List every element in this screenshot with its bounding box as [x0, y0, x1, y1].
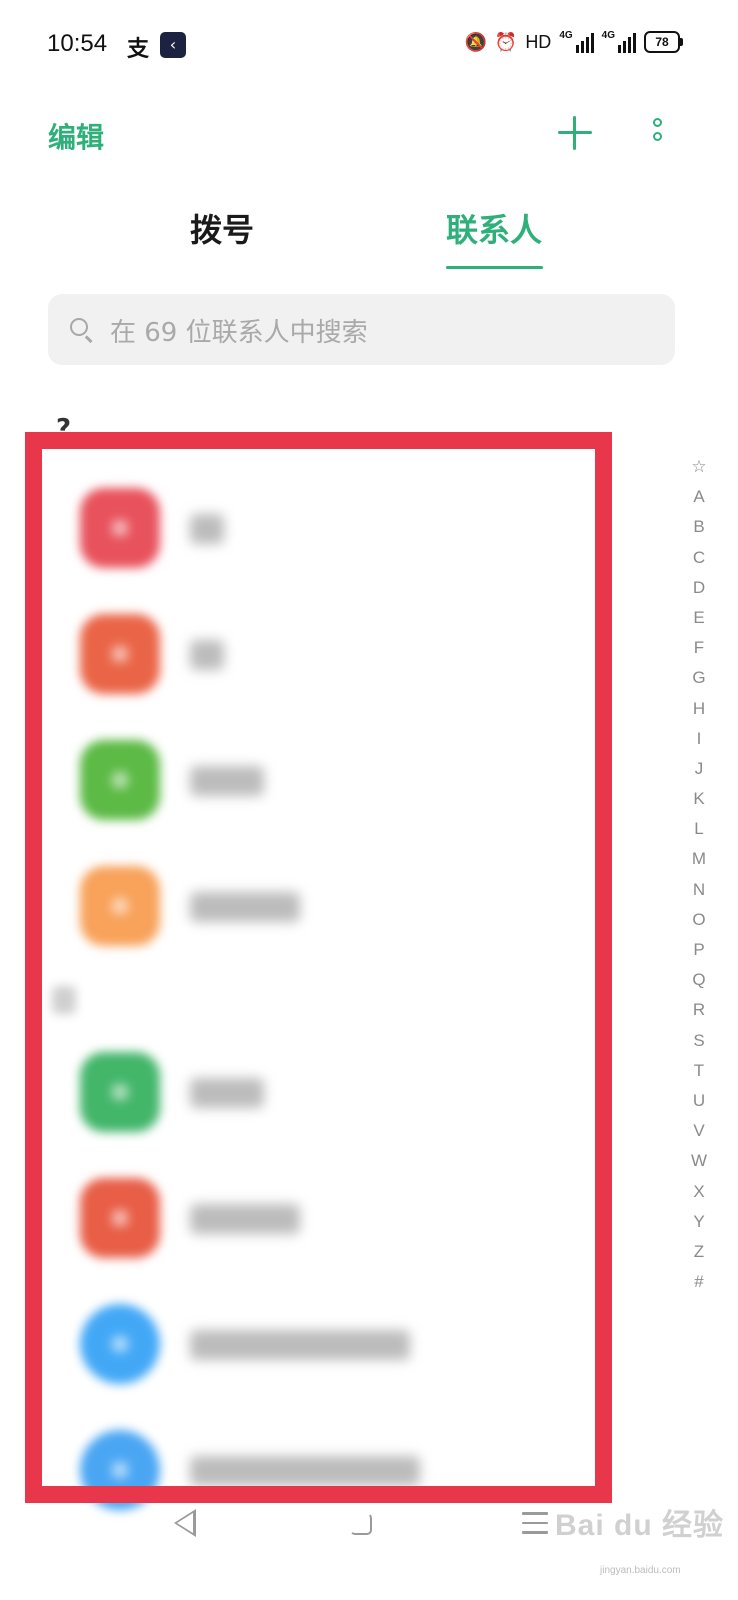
signal-icon-sim2: 4G	[602, 31, 636, 53]
index-q[interactable]: Q	[686, 965, 712, 995]
status-time: 10:54	[47, 30, 108, 57]
annotation-highlight-box	[25, 432, 612, 1503]
baidu-watermark: Bai du 经验	[555, 1509, 725, 1542]
index-h[interactable]: H	[686, 694, 712, 724]
index-b[interactable]: B	[686, 512, 712, 542]
alipay-notification-icon: 支	[127, 37, 150, 62]
signal-icon-sim1: 4G	[559, 30, 594, 53]
tab-dial[interactable]: 拨号	[190, 205, 254, 251]
plus-icon[interactable]	[556, 114, 594, 152]
search-placeholder: 在 69 位联系人中搜索	[110, 318, 368, 348]
app-notification-icon: ‹	[160, 32, 186, 58]
index-u[interactable]: U	[686, 1086, 712, 1116]
index-e[interactable]: E	[686, 603, 712, 633]
index-k[interactable]: K	[686, 784, 712, 814]
network-type-1: 4G	[559, 30, 573, 41]
index-r[interactable]: R	[686, 995, 712, 1025]
index-w[interactable]: W	[686, 1146, 712, 1176]
index-o[interactable]: O	[686, 905, 712, 935]
network-type-2: 4G	[601, 30, 615, 41]
index-hash[interactable]: #	[686, 1267, 712, 1297]
battery-icon: 78	[644, 31, 683, 53]
index-j[interactable]: J	[686, 754, 712, 784]
edit-button[interactable]: 编辑	[48, 116, 104, 156]
index-a[interactable]: A	[686, 482, 712, 512]
index-z[interactable]: Z	[686, 1237, 712, 1267]
index-t[interactable]: T	[686, 1056, 712, 1086]
index-l[interactable]: L	[686, 814, 712, 844]
search-icon	[70, 318, 88, 336]
index-c[interactable]: C	[686, 543, 712, 573]
tab-contacts[interactable]: 联系人	[446, 205, 542, 251]
back-icon[interactable]	[174, 1509, 196, 1537]
more-vertical-icon[interactable]	[648, 118, 670, 152]
index-y[interactable]: Y	[686, 1207, 712, 1237]
index-s[interactable]: S	[686, 1026, 712, 1056]
index-m[interactable]: M	[686, 844, 712, 874]
index-p[interactable]: P	[686, 935, 712, 965]
home-icon[interactable]	[350, 1513, 372, 1535]
alphabet-index[interactable]: ☆ A B C D E F G H I J K L M N O P Q R S …	[686, 452, 712, 1297]
index-d[interactable]: D	[686, 573, 712, 603]
hd-label: HD	[525, 31, 552, 52]
vibrate-mute-icon: 🔕	[464, 31, 487, 52]
index-n[interactable]: N	[686, 875, 712, 905]
index-star[interactable]: ☆	[686, 452, 712, 482]
index-f[interactable]: F	[686, 633, 712, 663]
index-v[interactable]: V	[686, 1116, 712, 1146]
active-tab-indicator	[446, 266, 543, 269]
baidu-watermark-url: jingyan.baidu.com	[600, 1565, 681, 1576]
index-g[interactable]: G	[686, 663, 712, 693]
index-x[interactable]: X	[686, 1177, 712, 1207]
status-indicators: 🔕 ⏰ HD 4G 4G 78	[464, 30, 683, 53]
index-i[interactable]: I	[686, 724, 712, 754]
recent-apps-icon[interactable]	[522, 1512, 548, 1536]
alarm-icon: ⏰	[494, 31, 518, 52]
